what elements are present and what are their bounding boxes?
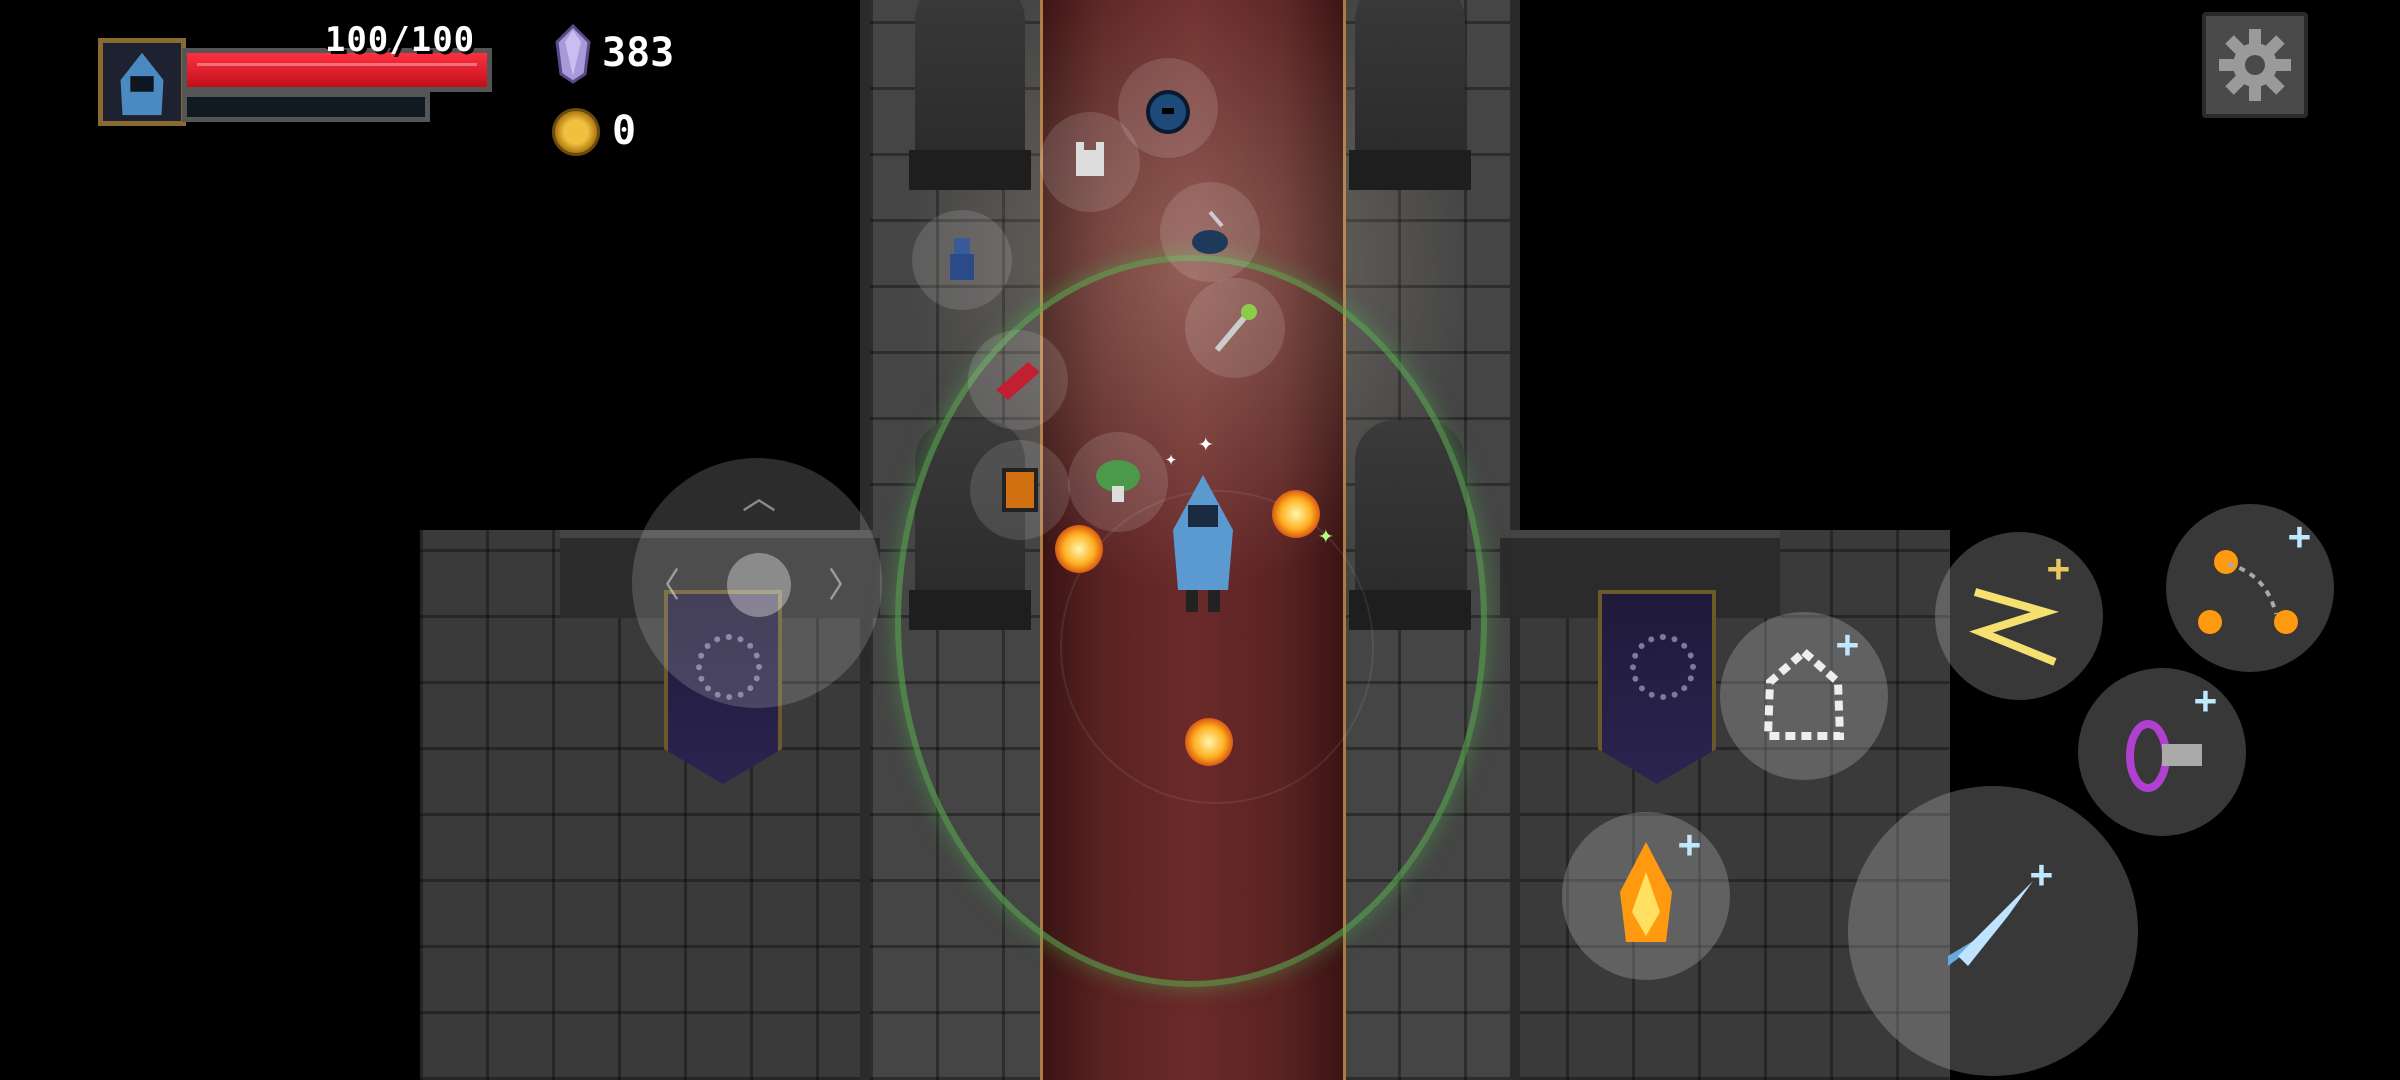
mana-bar: [182, 92, 430, 122]
gear-icon: [2219, 29, 2291, 101]
joystick-knob[interactable]: [727, 553, 791, 617]
plus-icon: +: [1678, 822, 1701, 866]
movement-joystick[interactable]: ︿ 〈 〉: [632, 458, 882, 708]
fireball-projectile: [1055, 525, 1103, 573]
creature-icon: [1076, 142, 1104, 176]
creature-item[interactable]: [1040, 112, 1140, 212]
staff-item[interactable]: [1185, 278, 1285, 378]
fireball-projectile: [1272, 490, 1320, 538]
player-portrait[interactable]: [98, 38, 186, 126]
fireball-chain-button[interactable]: +: [2166, 504, 2334, 672]
statue: [1349, 0, 1471, 190]
sparkle-effect: ✦: [1198, 428, 1214, 458]
scroll-icon: [1002, 468, 1038, 512]
purple-gem-icon: [555, 24, 591, 84]
spellbook-item[interactable]: [968, 330, 1068, 430]
plus-icon: +: [2030, 852, 2053, 896]
relic-item[interactable]: [912, 210, 1012, 310]
plus-icon: +: [1836, 622, 1859, 666]
fire-burst-icon: [1620, 842, 1672, 942]
portal-dash-icon: [2126, 720, 2202, 792]
mushroom-icon: [1096, 460, 1140, 502]
plus-icon: +: [2288, 514, 2311, 558]
pot-icon: [1192, 210, 1228, 254]
settings-button[interactable]: [2202, 12, 2308, 118]
player-character: [1173, 475, 1233, 612]
summon-skill-button[interactable]: +: [1720, 612, 1888, 780]
right-arrow-icon: 〉: [828, 566, 862, 606]
ghost-summon-icon: [1763, 646, 1845, 740]
portal-dash-button[interactable]: +: [2078, 668, 2246, 836]
gold-coin-icon: [552, 108, 600, 156]
sparkle-effect: ✦: [1318, 520, 1334, 550]
mushroom-item[interactable]: [1068, 432, 1168, 532]
plus-icon: +: [2194, 678, 2217, 722]
hooded-wizard-portrait-icon: [120, 52, 164, 116]
bomb-icon: [1146, 90, 1190, 134]
staff-icon: [1214, 304, 1257, 352]
left-arrow-icon: 〈: [646, 566, 680, 606]
health-text: 100/100: [324, 20, 476, 60]
hooded-figure-icon: [950, 238, 974, 280]
scroll-item[interactable]: [970, 440, 1070, 540]
gold-count: 0: [612, 108, 637, 154]
statue: [909, 0, 1031, 190]
pot-item[interactable]: [1160, 182, 1260, 282]
gem-count: 383: [602, 30, 675, 76]
red-book-icon: [996, 362, 1040, 400]
banner-right: [1598, 590, 1716, 784]
sparkle-effect: ✦: [1165, 446, 1178, 470]
plus-icon: +: [2047, 546, 2070, 590]
up-arrow-icon: ︿: [742, 478, 776, 518]
fireball-projectile: [1185, 718, 1233, 766]
fire-skill-button[interactable]: +: [1562, 812, 1730, 980]
